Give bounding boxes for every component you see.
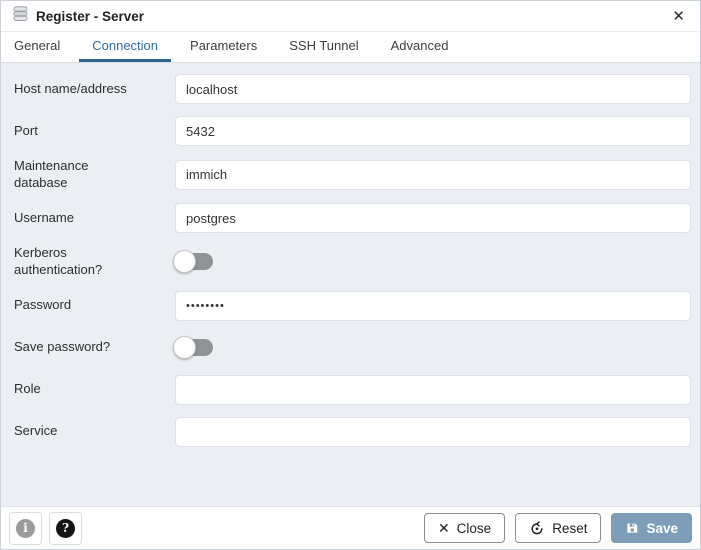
tab-strip: General Connection Parameters SSH Tunnel… [1, 31, 700, 63]
dialog-close-icon[interactable]: ✕ [669, 7, 688, 26]
port-label: Port [14, 123, 175, 140]
toggle-knob [173, 336, 196, 359]
sql-info-button[interactable]: i [9, 512, 42, 545]
close-button-label: Close [457, 521, 492, 536]
form-row: Kerberos authentication? [14, 245, 691, 278]
tab-ssh-tunnel[interactable]: SSH Tunnel [276, 32, 371, 62]
reset-icon [529, 520, 545, 536]
username-input[interactable] [175, 203, 691, 233]
dialog-footer: i ? ✕ Close Reset [1, 506, 700, 549]
kerberos-auth-label: Kerberos authentication? [14, 245, 175, 278]
connection-form: Host name/address Port Maintenance datab… [1, 63, 700, 506]
form-row: Service [14, 417, 691, 447]
role-input[interactable] [175, 375, 691, 405]
form-row: Maintenance database [14, 158, 691, 191]
service-label: Service [14, 423, 175, 440]
password-input[interactable] [175, 291, 691, 321]
form-row: Host name/address [14, 74, 691, 104]
maintenance-db-label: Maintenance database [14, 158, 175, 191]
form-row: Save password? [14, 333, 691, 363]
password-label: Password [14, 297, 175, 314]
maintenance-db-input[interactable] [175, 160, 691, 190]
tab-connection[interactable]: Connection [79, 32, 171, 62]
tab-general[interactable]: General [1, 32, 73, 62]
save-button-label: Save [646, 521, 678, 536]
username-label: Username [14, 210, 175, 227]
kerberos-auth-toggle[interactable] [175, 253, 213, 270]
reset-button-label: Reset [552, 521, 587, 536]
toggle-knob [173, 250, 196, 273]
form-row: Role [14, 375, 691, 405]
form-row: Username [14, 203, 691, 233]
dialog-titlebar: Register - Server ✕ [1, 1, 700, 31]
register-server-dialog: Register - Server ✕ General Connection P… [0, 0, 701, 550]
port-input[interactable] [175, 116, 691, 146]
help-button[interactable]: ? [49, 512, 82, 545]
tab-parameters[interactable]: Parameters [177, 32, 270, 62]
save-floppy-icon [625, 521, 639, 535]
service-input[interactable] [175, 417, 691, 447]
close-button[interactable]: ✕ Close [424, 513, 505, 543]
server-stack-icon [12, 5, 29, 27]
dialog-title: Register - Server [36, 9, 144, 24]
host-label: Host name/address [14, 81, 175, 98]
form-row: Port [14, 116, 691, 146]
role-label: Role [14, 381, 175, 398]
help-icon: ? [56, 519, 75, 538]
host-input[interactable] [175, 74, 691, 104]
close-x-icon: ✕ [438, 521, 450, 535]
form-row: Password [14, 291, 691, 321]
save-password-label: Save password? [14, 339, 175, 356]
info-icon: i [16, 519, 35, 538]
tab-advanced[interactable]: Advanced [378, 32, 462, 62]
save-button[interactable]: Save [611, 513, 692, 543]
save-password-toggle[interactable] [175, 339, 213, 356]
reset-button[interactable]: Reset [515, 513, 601, 543]
